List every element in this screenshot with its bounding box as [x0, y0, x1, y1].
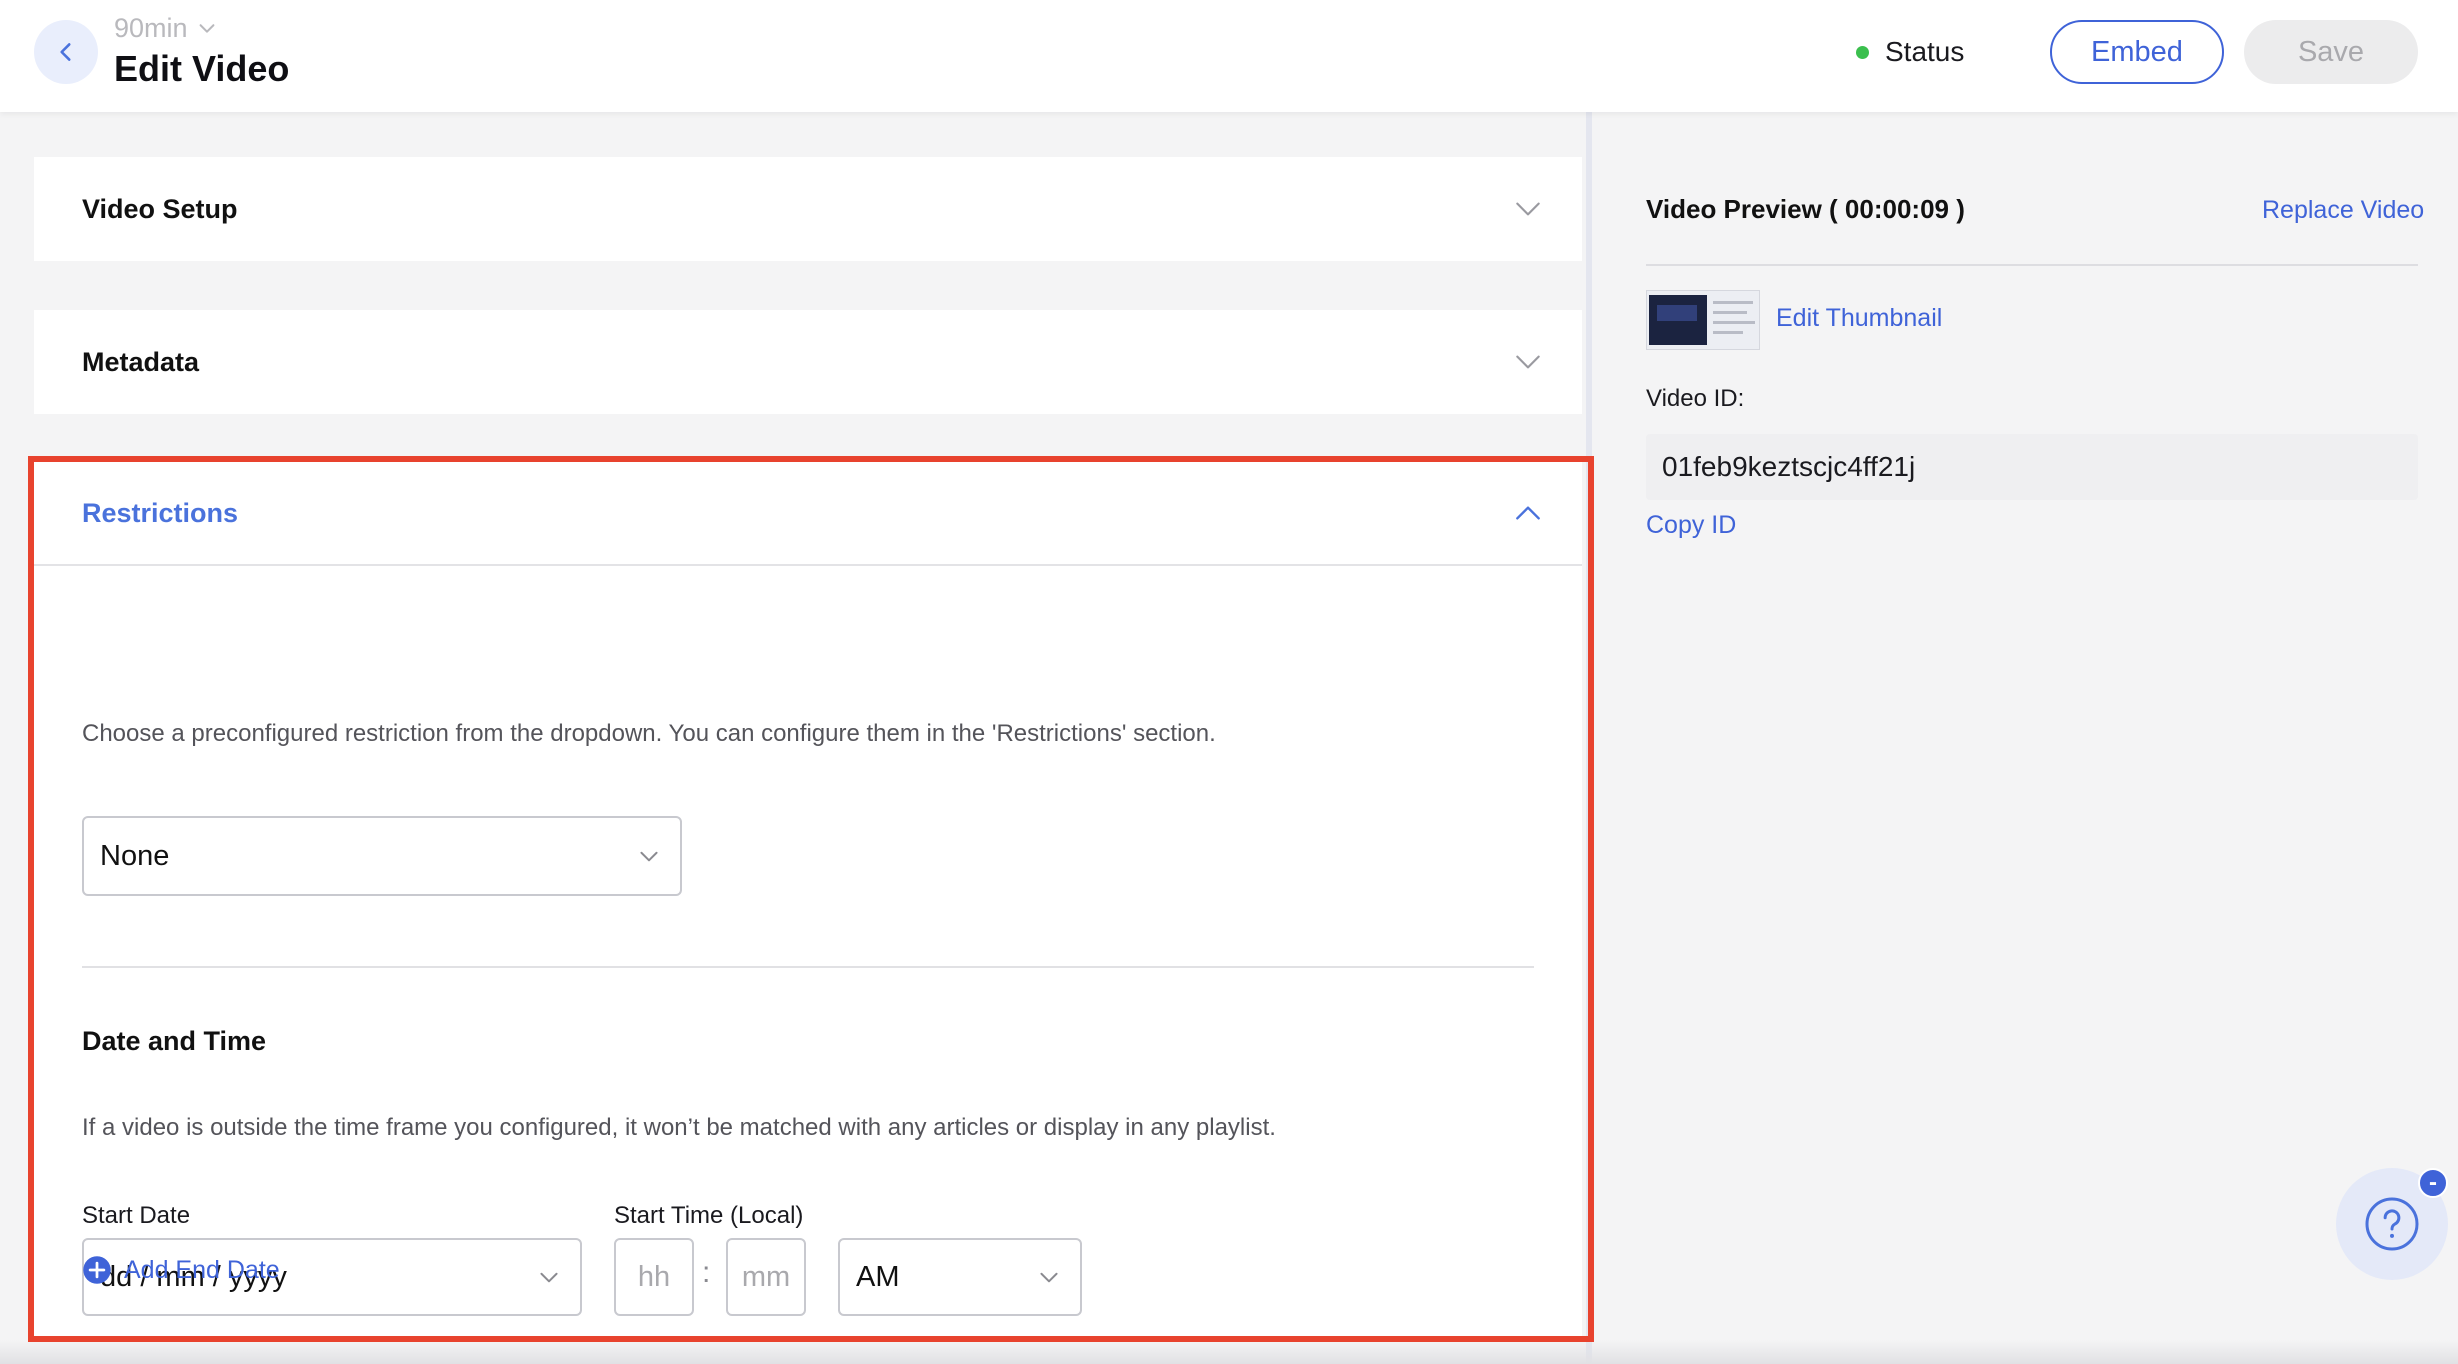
- hour-input[interactable]: hh: [614, 1238, 694, 1316]
- chevron-left-icon: [60, 43, 71, 61]
- status-dot-icon: [1856, 45, 1869, 59]
- help-minimize-badge[interactable]: -: [2418, 1168, 2448, 1198]
- thumbnail-image-title: [1657, 305, 1697, 321]
- edit-thumbnail-link[interactable]: Edit Thumbnail: [1776, 304, 1942, 333]
- start-time-label: Start Time (Local): [614, 1202, 804, 1229]
- save-button[interactable]: Save: [2244, 20, 2418, 84]
- metadata-section: Metadata: [34, 310, 1582, 414]
- restrictions-section: Restrictions Choose a preconfigured rest…: [34, 462, 1582, 1336]
- account-name: 90min: [114, 12, 188, 43]
- chevron-down-icon: [640, 851, 658, 862]
- chevron-down-icon: [1040, 1272, 1058, 1283]
- thumbnail-image-line: [1713, 311, 1747, 314]
- time-separator: :: [702, 1256, 711, 1289]
- thumbnail-image-line: [1713, 331, 1743, 334]
- chevron-up-icon: [1512, 497, 1544, 529]
- restriction-select-value: None: [100, 839, 170, 872]
- top-header: 90min Edit Video Status Embed Save: [0, 0, 2458, 112]
- minute-input[interactable]: mm: [726, 1238, 806, 1316]
- video-id-field[interactable]: 01feb9keztscjc4ff21j: [1646, 434, 2418, 500]
- copy-id-link[interactable]: Copy ID: [1646, 511, 1736, 540]
- embed-button[interactable]: Embed: [2050, 20, 2224, 84]
- date-time-description: If a video is outside the time frame you…: [82, 1114, 1276, 1141]
- status-label: Status: [1885, 36, 1965, 67]
- metadata-title: Metadata: [82, 346, 200, 377]
- restrictions-description: Choose a preconfigured restriction from …: [82, 720, 1216, 747]
- column-divider: [1586, 112, 1592, 1364]
- status-indicator: Status: [1856, 32, 1964, 72]
- preview-divider: [1646, 264, 2418, 266]
- account-switcher[interactable]: 90min: [114, 10, 218, 46]
- start-date-label: Start Date: [82, 1202, 191, 1229]
- section-divider: [82, 966, 1534, 968]
- date-time-title: Date and Time: [82, 1026, 267, 1056]
- ampm-value: AM: [856, 1260, 900, 1293]
- thumbnail-image-line: [1713, 321, 1755, 324]
- ampm-select[interactable]: AM: [838, 1238, 1082, 1316]
- chevron-down-icon: [199, 24, 214, 33]
- restrictions-title: Restrictions: [82, 497, 239, 528]
- chevron-down-icon: [540, 1272, 558, 1283]
- chevron-down-icon: [1512, 346, 1544, 378]
- question-mark-icon: [2365, 1197, 2419, 1251]
- add-end-date-button[interactable]: Add End Date: [82, 1252, 280, 1288]
- video-id-value: 01feb9keztscjc4ff21j: [1662, 451, 1916, 482]
- chevron-down-icon: [1512, 193, 1544, 225]
- page-title: Edit Video: [114, 48, 290, 89]
- add-end-date-label: Add End Date: [124, 1255, 280, 1284]
- video-setup-header[interactable]: Video Setup: [34, 157, 1582, 261]
- plus-circle-icon: [83, 1256, 111, 1284]
- restriction-select[interactable]: None: [82, 816, 682, 896]
- video-thumbnail[interactable]: [1646, 290, 1760, 350]
- back-button[interactable]: [34, 20, 98, 84]
- bottom-fade: [0, 1340, 2458, 1364]
- video-setup-title: Video Setup: [82, 193, 238, 224]
- video-setup-section: Video Setup: [34, 157, 1582, 261]
- restrictions-body: Choose a preconfigured restriction from …: [34, 566, 1582, 1334]
- restrictions-header[interactable]: Restrictions: [34, 462, 1582, 566]
- replace-video-link[interactable]: Replace Video: [2262, 196, 2424, 225]
- metadata-header[interactable]: Metadata: [34, 310, 1582, 414]
- video-id-label: Video ID:: [1646, 385, 1745, 412]
- thumbnail-image-line: [1713, 301, 1753, 304]
- video-preview-title: Video Preview ( 00:00:09 ): [1646, 194, 1965, 224]
